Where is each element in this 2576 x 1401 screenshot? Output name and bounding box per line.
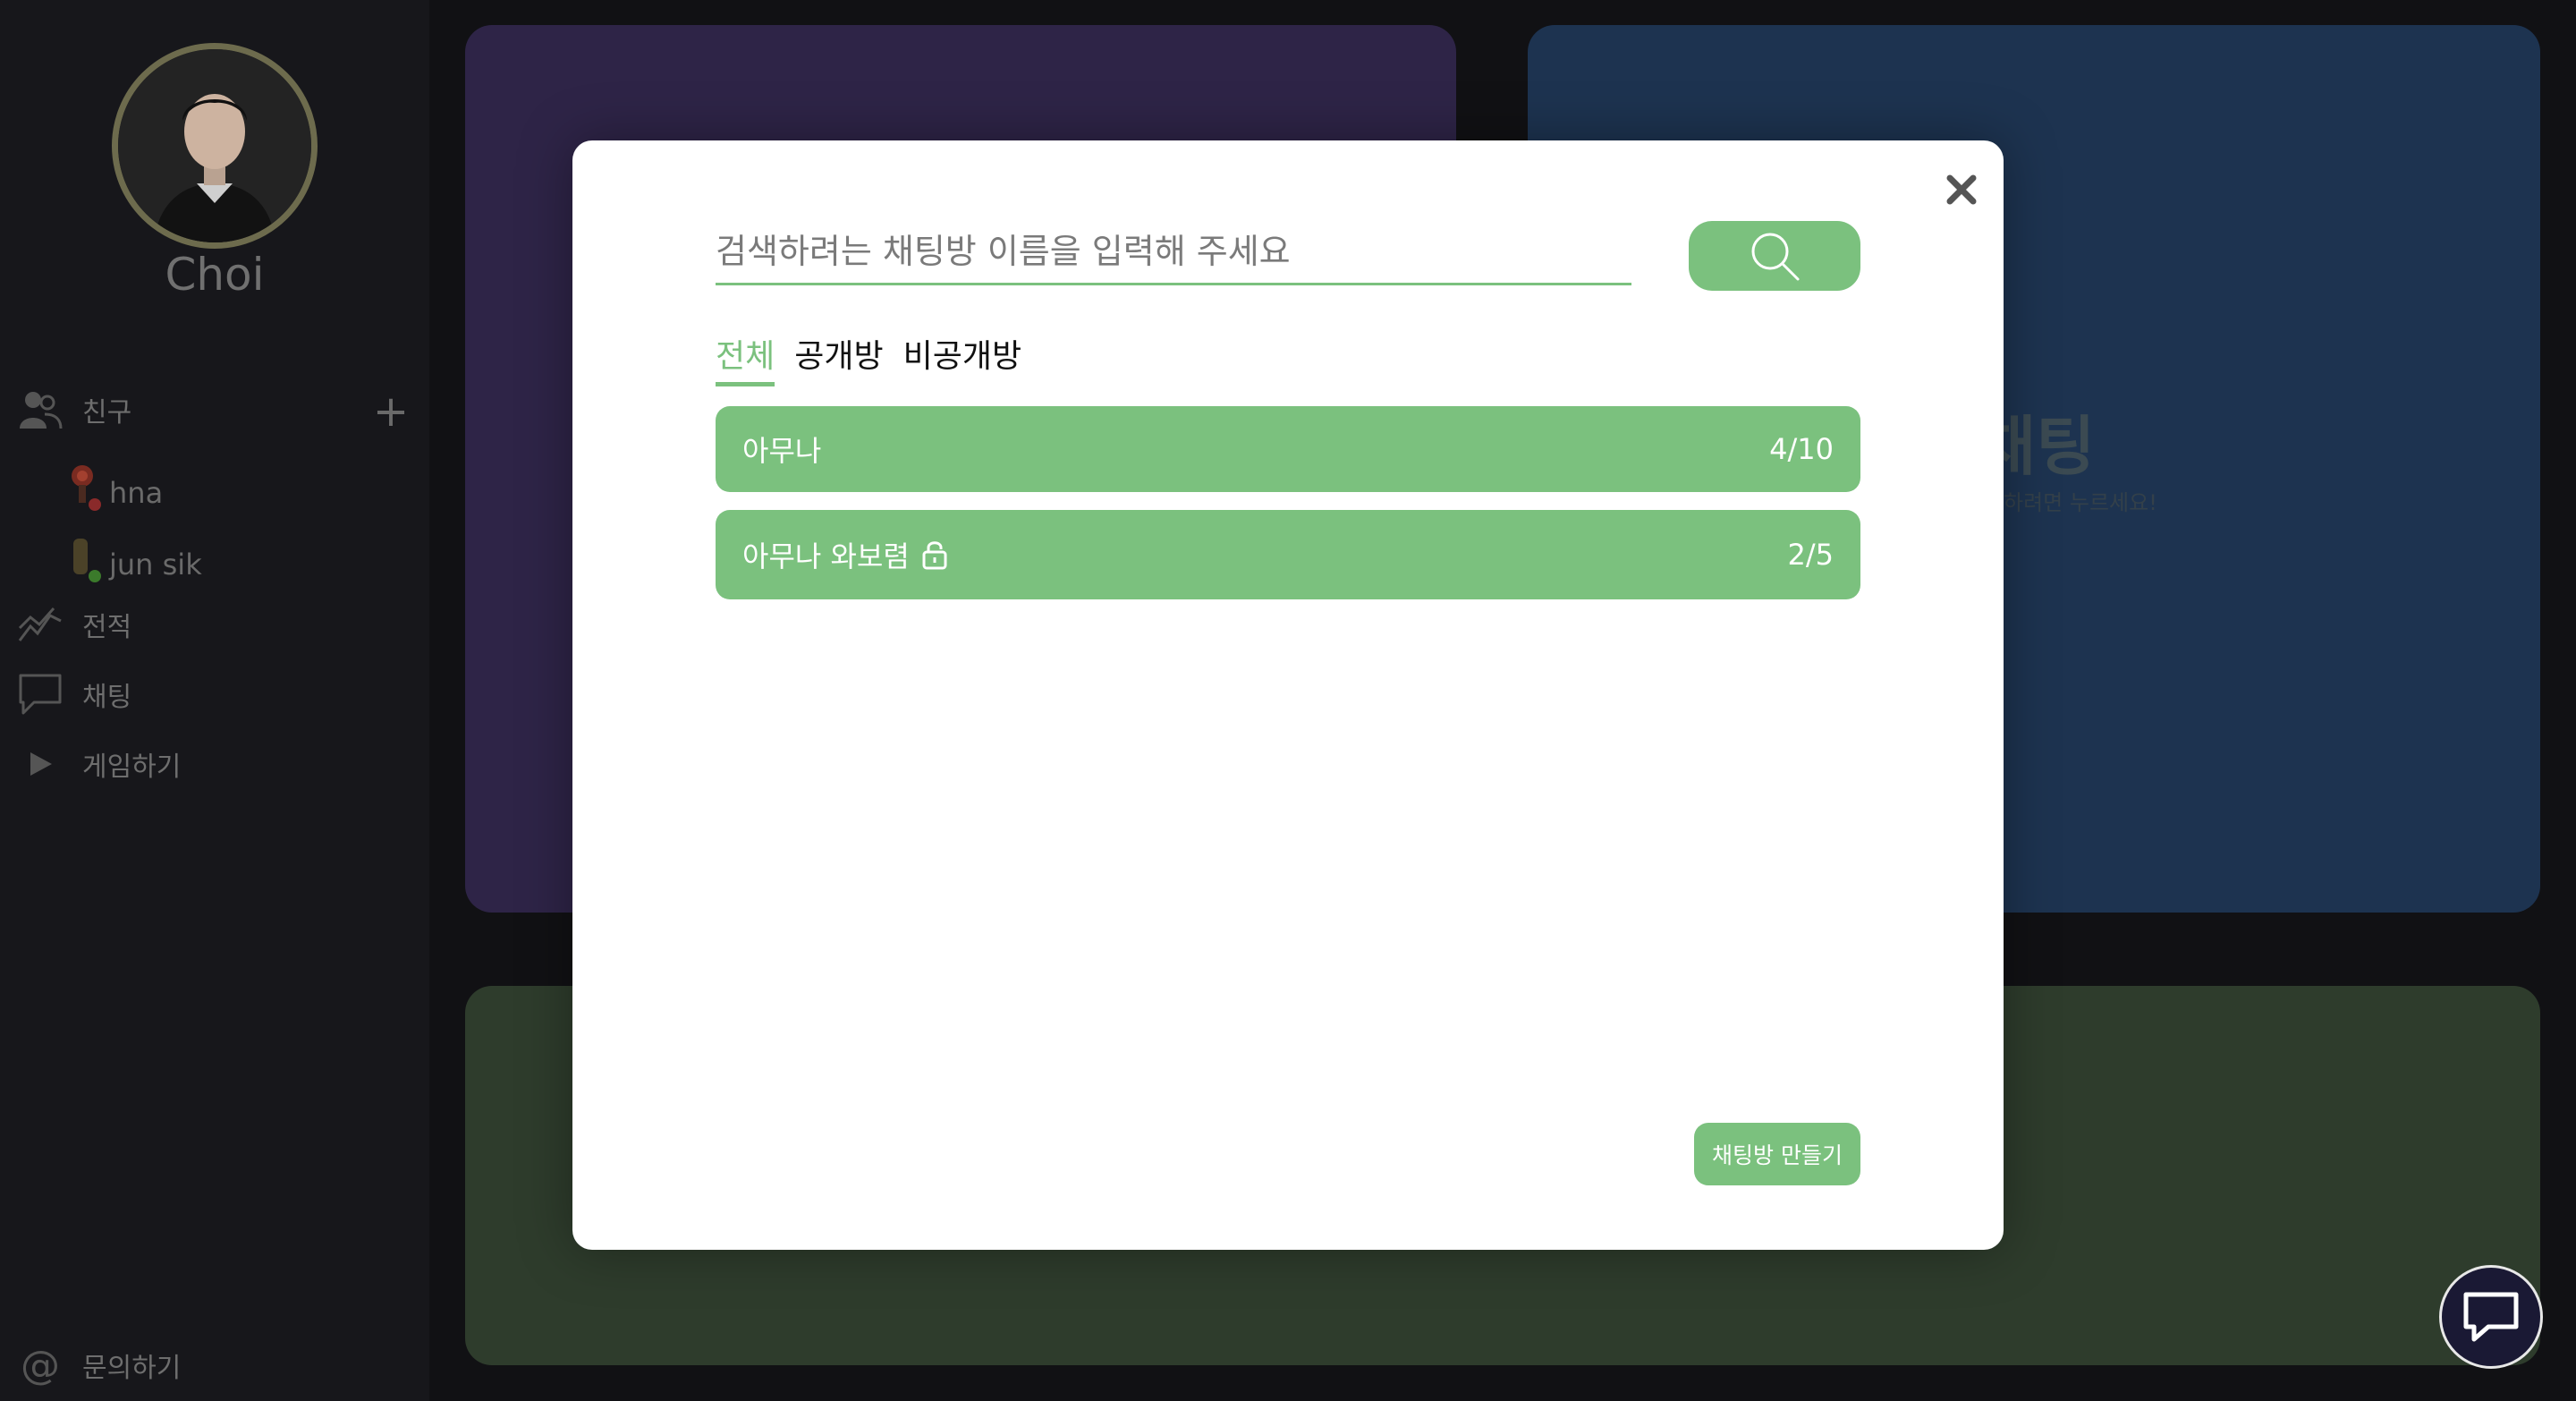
search-button[interactable] (1689, 221, 1860, 291)
avatar[interactable] (112, 43, 318, 249)
sidebar-item-contact[interactable]: @ 문의하기 (16, 1338, 181, 1392)
sidebar-item-chat[interactable]: 채팅 (16, 667, 131, 721)
close-button[interactable] (1936, 165, 1987, 215)
card-chat-subtitle: 하려면 누르세요! (2004, 490, 2157, 515)
room-member-count: 4/10 (1769, 432, 1834, 466)
create-room-button[interactable]: 채팅방 만들기 (1694, 1123, 1860, 1185)
search-icon (1751, 233, 1800, 281)
at-sign-icon: @ (21, 1342, 60, 1388)
room-name: 아무나 (742, 434, 822, 468)
lock-icon (920, 539, 949, 571)
tab-private[interactable]: 비공개방 (903, 330, 1021, 386)
room-filter-tabs: 전체 공개방 비공개방 (716, 330, 1041, 386)
sidebar-item-label: 게임하기 (82, 751, 182, 783)
room-name: 아무나 와보렴 (742, 539, 910, 573)
search-field (716, 221, 1631, 285)
floating-chat (2439, 1265, 2576, 1401)
sidebar-item-record[interactable]: 전적 (16, 598, 131, 651)
close-icon (1946, 174, 1977, 205)
friends-icon (16, 386, 64, 434)
add-friend-button[interactable]: + (371, 390, 411, 433)
sidebar-item-play[interactable]: 게임하기 (16, 737, 181, 791)
room-member-count: 2/5 (1787, 538, 1835, 572)
friend-name: jun sik (109, 548, 202, 582)
sidebar-item-label: 친구 (82, 397, 132, 429)
search-input[interactable] (716, 221, 1631, 282)
friend-avatar-icon (63, 533, 107, 583)
room-name-wrap: 아무나 와보렴 (742, 534, 949, 575)
sidebar-item-label: 문의하기 (82, 1353, 182, 1384)
room-list-item[interactable]: 아무나 와보렴 2/5 (716, 510, 1860, 599)
tab-public[interactable]: 공개방 (794, 330, 883, 386)
tab-all[interactable]: 전체 (716, 330, 775, 386)
chat-bubble-icon (16, 670, 64, 718)
chart-line-icon (16, 600, 64, 649)
play-icon (16, 740, 64, 788)
sidebar-item-label: 전적 (82, 612, 132, 643)
sidebar-item-friends[interactable]: 친구 (16, 383, 131, 437)
floating-chat-button[interactable] (2439, 1265, 2543, 1369)
friend-item[interactable]: jun sik (63, 530, 202, 583)
sidebar: Choi 친구 + hna jun sik 전적 채팅 게임하기 @ 문의하기 (0, 0, 429, 1401)
chat-room-modal: 전체 공개방 비공개방 아무나 4/10 아무나 와보렴 2/5 채팅방 만들기 (572, 140, 2004, 1250)
username: Choi (165, 249, 265, 301)
friend-avatar-icon (63, 462, 107, 512)
friend-name: hna (109, 476, 164, 510)
chat-bubble-icon (2463, 1292, 2519, 1342)
profile-photo (118, 49, 311, 242)
friend-item[interactable]: hna (63, 458, 163, 512)
sidebar-item-label: 채팅 (82, 682, 132, 713)
room-list-item[interactable]: 아무나 4/10 (716, 406, 1860, 492)
